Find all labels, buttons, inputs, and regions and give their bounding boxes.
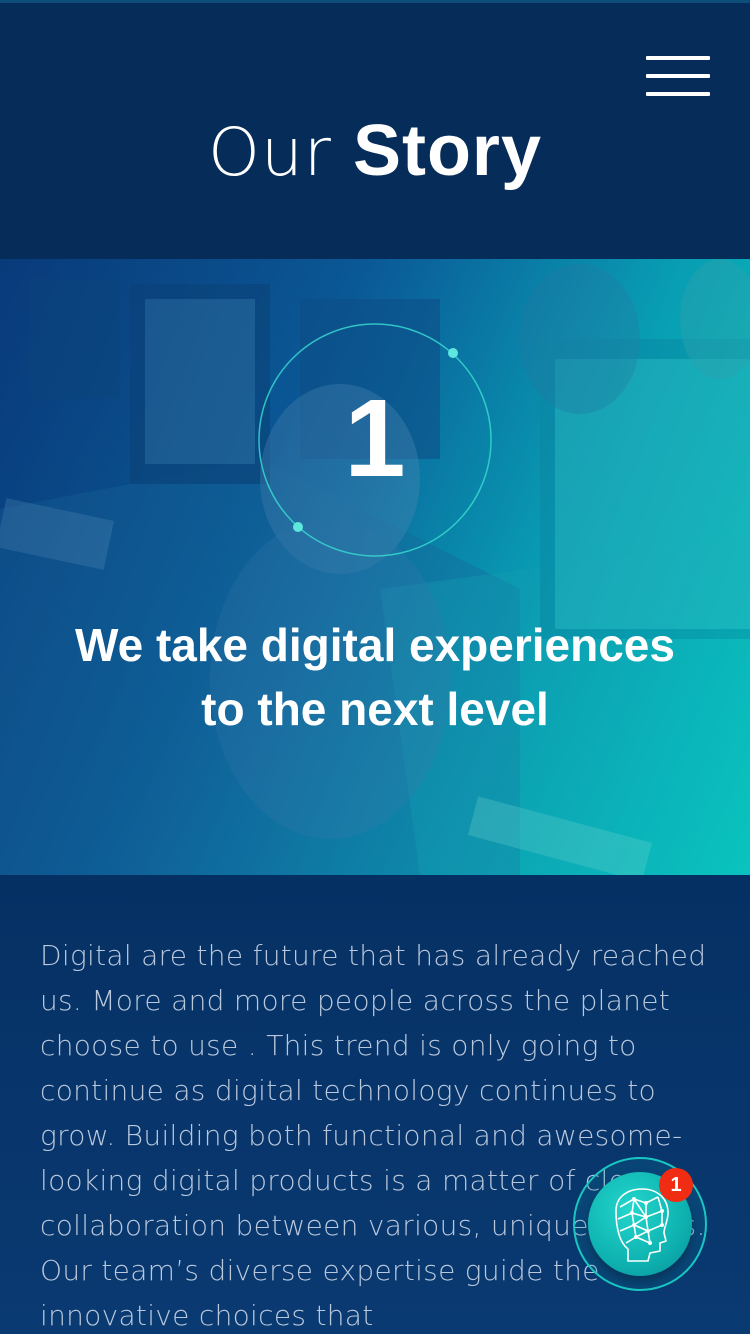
menu-line — [646, 56, 710, 60]
hamburger-menu-icon[interactable] — [646, 56, 710, 98]
page: Our Story 1 We take digital experiences … — [0, 0, 750, 1334]
step-number: 1 — [344, 377, 406, 500]
page-title-light: Our — [208, 114, 332, 191]
page-header: Our Story — [0, 0, 750, 259]
hero-heading: We take digital experiences to the next … — [75, 619, 675, 735]
menu-line — [646, 92, 710, 96]
step-ring — [258, 323, 492, 557]
ring-dot — [448, 348, 458, 358]
menu-line — [646, 74, 710, 78]
ring-dot — [293, 522, 303, 532]
page-title: Our Story — [0, 111, 750, 193]
hero-section: 1 We take digital experiences to the nex… — [0, 259, 750, 875]
chat-widget-button[interactable]: 1 — [573, 1157, 707, 1291]
notification-badge: 1 — [659, 1168, 693, 1202]
page-title-bold: Story — [352, 111, 542, 191]
